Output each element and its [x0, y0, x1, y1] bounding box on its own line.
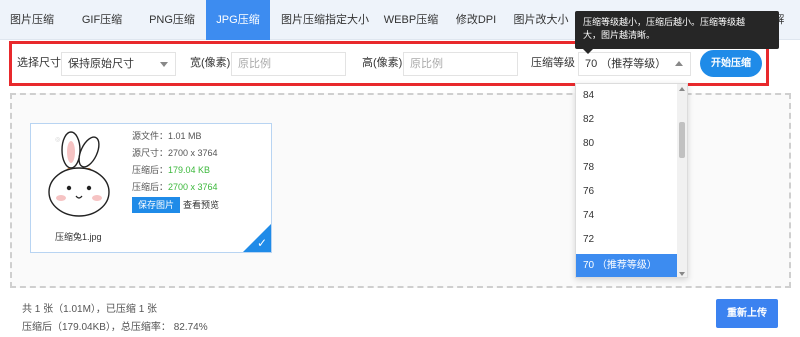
tab-compress-to-size[interactable]: 图片压缩指定大小	[276, 0, 374, 40]
tab-jpg-compress[interactable]: JPG压缩	[206, 0, 270, 40]
size-select-value: 保持原始尺寸	[68, 58, 134, 70]
checkmark-icon: ✓	[256, 236, 267, 250]
compressed-dim-value: 2700 x 3764	[168, 182, 218, 192]
compressed-size-value: 179.04 KB	[168, 165, 211, 175]
source-dim-row: 源尺寸：2700 x 3764	[132, 147, 218, 159]
tooltip-line-2: 大，图片越清晰。	[583, 30, 656, 40]
level-option-76[interactable]: 76	[576, 180, 679, 204]
width-label: 宽(像素)	[190, 57, 231, 69]
source-dim-label: 源尺寸：	[132, 148, 169, 158]
save-image-button[interactable]: 保存图片	[132, 197, 180, 213]
view-preview-link[interactable]: 查看预览	[183, 198, 219, 212]
tab-resize-image[interactable]: 图片改大小	[508, 0, 574, 40]
compressed-size-label: 压缩后：	[132, 165, 169, 175]
level-option-72[interactable]: 72	[576, 228, 679, 252]
level-tooltip: 压缩等级越小，压缩后越小。压缩等级越 大，图片越清晰。	[575, 11, 779, 54]
tab-png-compress[interactable]: PNG压缩	[138, 0, 206, 40]
level-option-80[interactable]: 80	[576, 132, 679, 156]
source-size-value: 1.01 MB	[168, 131, 202, 141]
summary-count: 共 1 张（1.01M），已压缩 1 张	[22, 304, 158, 315]
compressed-dim-label: 压缩后：	[132, 182, 169, 192]
level-option-84[interactable]: 84	[576, 84, 679, 108]
scroll-down-icon[interactable]	[679, 272, 685, 276]
dropdown-scrollbar[interactable]	[677, 84, 687, 277]
tab-modify-dpi[interactable]: 修改DPI	[448, 0, 504, 40]
tab-image-compress[interactable]: 图片压缩	[0, 0, 64, 40]
width-input[interactable]: 原比例	[231, 52, 346, 76]
height-label: 高(像素)	[362, 57, 403, 69]
scroll-up-icon[interactable]	[679, 87, 685, 91]
start-compress-button[interactable]: 开始压缩	[700, 50, 762, 77]
tab-webp-compress[interactable]: WEBP压缩	[378, 0, 444, 40]
chevron-up-icon	[675, 61, 683, 66]
level-select[interactable]: 70 （推荐等级）	[578, 52, 691, 76]
tooltip-line-1: 压缩等级越小，压缩后越小。压缩等级越	[583, 17, 746, 27]
level-dropdown: 84 82 80 78 76 74 72 70 （推荐等级）	[575, 83, 688, 278]
source-dim-value: 2700 x 3764	[168, 148, 218, 158]
file-name: 压缩兔1.jpg	[55, 232, 102, 242]
level-option-74[interactable]: 74	[576, 204, 679, 228]
compressed-dim-row: 压缩后：2700 x 3764	[132, 181, 218, 193]
summary-ratio: 压缩后（179.04KB），总压缩率： 82.74%	[22, 322, 208, 333]
tooltip-arrow	[583, 49, 593, 54]
size-label: 选择尺寸	[17, 57, 61, 69]
rabbit-thumbnail: ◎	[35, 128, 127, 220]
reupload-button[interactable]: 重新上传	[716, 299, 778, 328]
level-select-value: 70 （推荐等级）	[585, 58, 667, 70]
height-input[interactable]: 原比例	[403, 52, 518, 76]
size-select[interactable]: 保持原始尺寸	[61, 52, 176, 76]
level-option-70-selected[interactable]: 70 （推荐等级）	[576, 254, 679, 277]
level-label: 压缩等级	[531, 57, 575, 69]
file-card: ◎ 源文件：1.01 MB 源尺寸：2700 x 3764 压缩后：179.04…	[30, 123, 272, 253]
svg-text:◎: ◎	[55, 136, 60, 143]
source-size-row: 源文件：1.01 MB	[132, 130, 202, 142]
level-option-82[interactable]: 82	[576, 108, 679, 132]
level-option-78[interactable]: 78	[576, 156, 679, 180]
compressed-size-row: 压缩后：179.04 KB	[132, 164, 210, 176]
chevron-down-icon	[160, 62, 168, 67]
source-size-label: 源文件：	[132, 131, 169, 141]
tab-gif-compress[interactable]: GIF压缩	[70, 0, 134, 40]
scrollbar-thumb[interactable]	[679, 122, 685, 158]
